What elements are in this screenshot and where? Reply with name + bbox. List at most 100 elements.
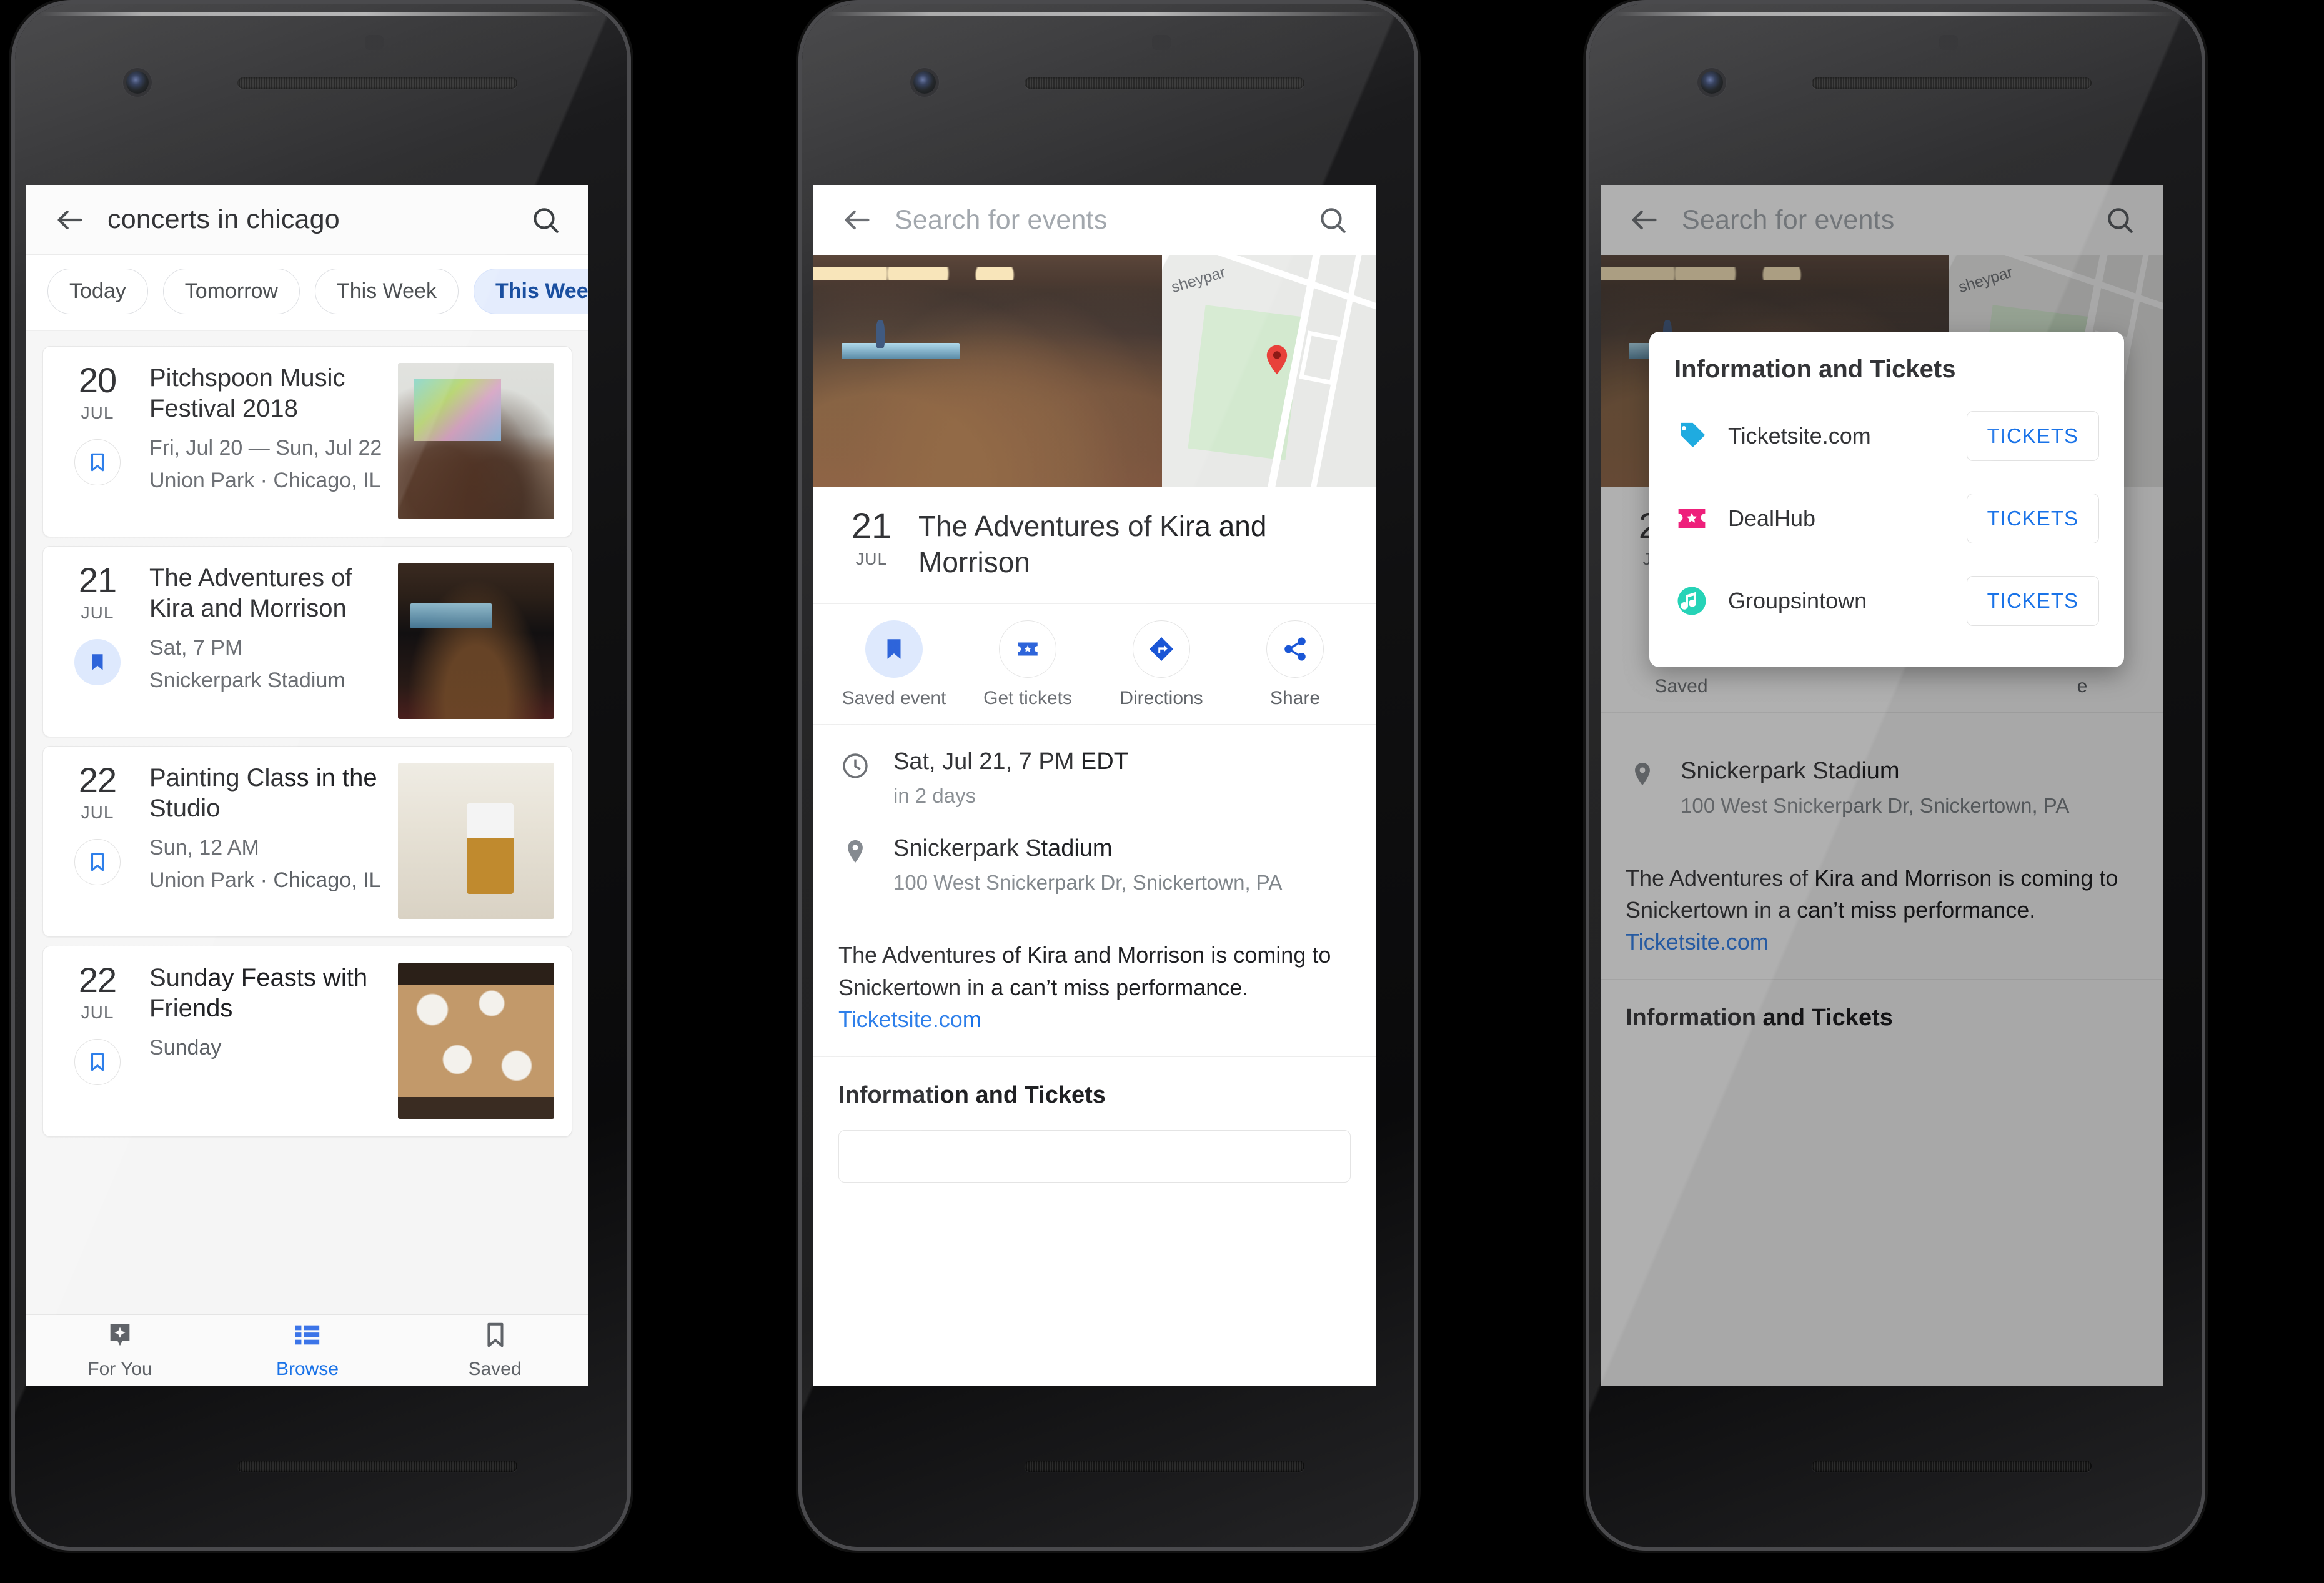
nav-label: Browse — [276, 1359, 339, 1379]
event-list[interactable]: 20 JUL Pitchspoon Music Festival 2018 Fr… — [26, 331, 588, 1386]
event-datetime: Fri, Jul 20 — Sun, Jul 22 — [149, 435, 382, 460]
bookmark-button[interactable] — [74, 639, 121, 685]
bottom-speaker — [1812, 1461, 2092, 1472]
sparkle-pin-icon — [106, 1321, 134, 1352]
clock-icon — [838, 747, 872, 781]
tickets-button[interactable]: TICKETS — [1966, 494, 2099, 543]
event-month: JUL — [81, 1003, 114, 1022]
venue-name: Snickerpark Stadium — [893, 835, 1113, 861]
bottom-navigation: For You Browse Saved — [26, 1314, 588, 1386]
chip-tomorrow[interactable]: Tomorrow — [162, 269, 300, 314]
event-thumbnail — [398, 363, 554, 519]
performer-silhouette — [876, 320, 885, 348]
event-venue: Union Park · Chicago, IL — [149, 868, 381, 892]
arrow-back-icon[interactable] — [54, 204, 86, 236]
nav-item-for-you[interactable]: For You — [26, 1321, 214, 1380]
search-icon[interactable] — [1317, 204, 1348, 236]
event-details: Sat, Jul 21, 7 PM EDT in 2 days Snickerp… — [813, 723, 1376, 940]
event-date: 21 JUL — [61, 563, 134, 719]
event-date: 21 JUL — [837, 509, 906, 569]
vendor-row: Ticketsite.com TICKETS — [1674, 395, 2099, 477]
earpiece-speaker — [1812, 77, 2092, 89]
earpiece-speaker — [237, 77, 517, 89]
map-pin-icon — [1260, 343, 1294, 377]
venue-address: 100 West Snickerpark Dr, Snickertown, PA — [893, 871, 1283, 895]
action-share[interactable]: Share — [1228, 620, 1362, 709]
bookmark-button[interactable] — [74, 439, 121, 485]
tickets-section-heading: Information and Tickets — [813, 1056, 1376, 1109]
search-appbar-1: concerts in chicago — [26, 185, 588, 255]
bookmark-button[interactable] — [74, 839, 121, 885]
event-datetime: Sunday — [149, 1035, 222, 1059]
event-info: Painting Class in the Studio Sun, 12 AM … — [139, 763, 393, 919]
event-thumbnail — [398, 963, 554, 1119]
bookmark-filled-icon — [865, 620, 923, 678]
earpiece-speaker — [1025, 77, 1304, 89]
map-street-label: sheypar — [1169, 263, 1228, 297]
search-query-text[interactable]: concerts in chicago — [107, 204, 509, 235]
frame-top-glint-2 — [827, 12, 1389, 16]
tickets-dialog: Information and Tickets Ticketsite.com T… — [1649, 332, 2124, 667]
chip-this-week[interactable]: This Week — [314, 269, 459, 314]
list-icon — [293, 1321, 322, 1352]
vendor-name: Groupsintown — [1728, 588, 1867, 613]
date-filter-chips: Today Tomorrow This Week This Weekend — [26, 255, 588, 331]
event-day: 22 — [78, 760, 117, 800]
frame-top-glint-3 — [1614, 12, 2177, 16]
bookmark-button[interactable] — [74, 1039, 121, 1085]
frame-top-glint-1 — [40, 12, 602, 16]
arrow-back-icon[interactable] — [841, 204, 873, 236]
event-info: Pitchspoon Music Festival 2018 Fri, Jul … — [139, 363, 393, 519]
event-relative-time: in 2 days — [893, 784, 976, 808]
event-card[interactable]: 21 JUL The Adventures of Kira and Morris… — [42, 546, 572, 737]
event-thumbnail — [398, 763, 554, 919]
location-pin-icon — [838, 834, 872, 865]
event-card[interactable]: 22 JUL Sunday Feasts with Friends Sunday — [42, 946, 572, 1137]
tickets-placeholder-button[interactable] — [838, 1129, 1351, 1183]
event-datetime: Sun, 12 AM — [149, 835, 259, 860]
page-title: The Adventures of Kira and Morrison — [918, 510, 1267, 578]
event-title: Pitchspoon Music Festival 2018 — [149, 364, 345, 422]
source-link[interactable]: Ticketsite.com — [838, 1003, 1351, 1035]
action-directions[interactable]: Directions — [1095, 620, 1228, 709]
event-date: 20 JUL — [61, 363, 134, 519]
bottom-speaker — [237, 1461, 517, 1472]
event-photo[interactable] — [813, 255, 1162, 487]
venue-map[interactable]: sheypar — [1162, 255, 1376, 487]
chip-this-weekend[interactable]: This Weekend — [473, 269, 588, 314]
proximity-sensor-icon — [365, 35, 384, 50]
event-datetime: Sat, Jul 21, 7 PM EDT — [893, 748, 1128, 775]
tickets-button[interactable]: TICKETS — [1966, 576, 2099, 626]
phone-device-3: Search for events sheypar Saved e Snicke… — [1589, 4, 2202, 1547]
action-saved-event[interactable]: Saved event — [827, 620, 961, 709]
vendor-name: DealHub — [1728, 505, 1816, 531]
event-month: JUL — [81, 603, 114, 622]
action-get-tickets[interactable]: Get tickets — [961, 620, 1095, 709]
front-camera-icon — [1701, 71, 1723, 94]
phone-1-screen: concerts in chicago Today Tomorrow This … — [26, 185, 588, 1386]
front-camera-icon — [126, 71, 149, 94]
chip-today[interactable]: Today — [47, 269, 148, 314]
event-day: 20 — [78, 360, 117, 400]
event-card[interactable]: 20 JUL Pitchspoon Music Festival 2018 Fr… — [42, 346, 572, 537]
ticket-star-icon — [1674, 501, 1709, 536]
event-day: 21 — [78, 560, 117, 600]
ticket-star-icon — [999, 620, 1056, 678]
search-input[interactable]: Search for events — [895, 205, 1296, 236]
search-icon[interactable] — [530, 204, 561, 236]
stage-lights — [813, 266, 1162, 280]
price-tag-icon — [1674, 419, 1709, 454]
phone-2-screen: Search for events sheypar 21 JUL The Adv… — [813, 185, 1376, 1386]
nav-item-saved[interactable]: Saved — [401, 1321, 588, 1380]
bottom-speaker — [1025, 1461, 1304, 1472]
tickets-button[interactable]: TICKETS — [1966, 411, 2099, 461]
nav-item-browse[interactable]: Browse — [214, 1321, 401, 1380]
event-title: The Adventures of Kira and Morrison — [149, 564, 352, 622]
event-title: Sunday Feasts with Friends — [149, 964, 368, 1022]
event-header: 21 JUL The Adventures of Kira and Morris… — [813, 487, 1376, 603]
event-card[interactable]: 22 JUL Painting Class in the Studio Sun,… — [42, 746, 572, 937]
phone-3-screen: Search for events sheypar Saved e Snicke… — [1601, 185, 2163, 1386]
vendor-row: DealHub TICKETS — [1674, 477, 2099, 560]
bookmark-outline-icon — [480, 1321, 509, 1352]
share-icon — [1266, 620, 1324, 678]
